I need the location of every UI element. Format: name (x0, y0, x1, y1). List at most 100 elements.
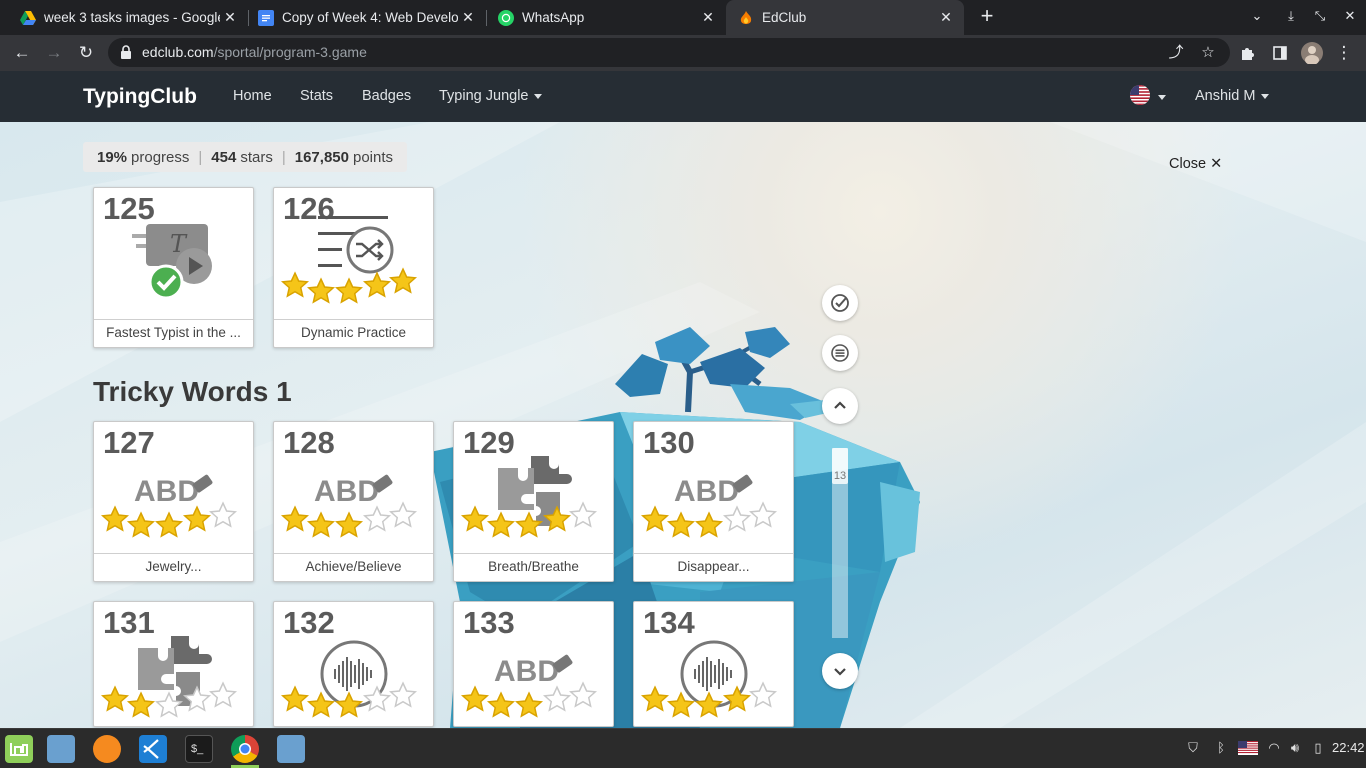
vscode-icon[interactable] (139, 735, 167, 763)
side-panel-icon[interactable] (1268, 41, 1292, 65)
scroll-down-chevron-icon[interactable] (822, 653, 858, 689)
star-rating (280, 266, 430, 306)
lesson-name: Breath/Breathe (454, 553, 613, 581)
edclub-icon (738, 10, 754, 26)
bluetooth-icon[interactable]: ᛒ (1212, 739, 1230, 757)
tab-title: EdClub (762, 10, 807, 25)
star-empty-icon (748, 500, 778, 535)
terminal-icon[interactable]: $_ (185, 735, 213, 763)
address-bar[interactable]: edclub.com/sportal/program-3.game ⤴ ☆ (108, 38, 1230, 67)
nav-program-dropdown[interactable]: Typing Jungle (439, 88, 543, 104)
close-tab-icon[interactable]: ✕ (220, 9, 240, 26)
new-tab-plus-icon[interactable]: + (976, 5, 998, 27)
lesson-number: 128 (283, 425, 335, 460)
close-tab-icon[interactable]: ✕ (698, 9, 718, 26)
shield-update-icon[interactable]: ⛉ (1184, 739, 1202, 757)
back-icon[interactable]: ← (10, 41, 34, 65)
clock[interactable]: 22:42 (1332, 740, 1365, 755)
tab-search-chevron-icon[interactable]: ⌄ (1247, 8, 1267, 24)
tab-edclub[interactable]: EdClub ✕ (726, 0, 964, 35)
close-button[interactable]: Close ✕ (1169, 156, 1222, 172)
lesson-art: ABD (94, 460, 253, 552)
browser-toolbar: ← → ↻ edclub.com/sportal/program-3.game … (0, 35, 1366, 71)
star-rating (280, 680, 430, 720)
star-empty-icon (388, 500, 418, 535)
lesson-card[interactable]: 125 T Fastest Typist in the ... (93, 187, 254, 348)
url-host: edclub.com (142, 44, 214, 60)
site-logo[interactable]: TypingClub (83, 85, 197, 109)
tab-google-docs[interactable]: Copy of Week 4: Web Develop ✕ (238, 0, 486, 35)
scroll-indicator-number: 13 (833, 470, 847, 482)
files-folder-icon[interactable] (47, 735, 75, 763)
wifi-icon[interactable]: ◠ (1265, 739, 1283, 757)
download-icon[interactable]: ⤓ (1281, 8, 1301, 24)
star-filled-icon (306, 690, 336, 725)
star-filled-icon (334, 510, 364, 545)
tab-whatsapp[interactable]: WhatsApp ✕ (478, 0, 726, 35)
menu-list-icon[interactable] (822, 335, 858, 371)
tab-title: WhatsApp (522, 10, 585, 25)
us-flag-icon[interactable] (1130, 85, 1150, 105)
tab-google-drive[interactable]: week 3 tasks images - Google ✕ (0, 0, 248, 35)
close-window-icon[interactable]: ✕ (1340, 8, 1360, 24)
star-rating (640, 500, 790, 540)
close-label: Close (1169, 156, 1207, 172)
scroll-up-chevron-icon[interactable] (822, 388, 858, 424)
lesson-card[interactable]: 133 ABD (453, 601, 614, 727)
nav-home[interactable]: Home (233, 88, 272, 104)
reload-icon[interactable]: ↻ (74, 41, 98, 65)
lesson-number: 130 (643, 425, 695, 460)
profile-avatar[interactable] (1300, 41, 1324, 65)
google-docs-icon (258, 9, 274, 26)
lesson-card[interactable]: 134 (633, 601, 794, 727)
star-empty-icon (208, 500, 238, 535)
bookmark-star-icon[interactable]: ☆ (1198, 43, 1218, 63)
nav-stats[interactable]: Stats (300, 88, 333, 104)
checkmark-circle-icon[interactable] (822, 285, 858, 321)
star-empty-icon (568, 680, 598, 715)
stars-value: 454 (211, 148, 237, 166)
language-chevron-down-icon[interactable] (1158, 95, 1166, 100)
battery-icon[interactable]: ▯ (1309, 739, 1327, 757)
volume-icon[interactable]: 🔊︎ (1286, 739, 1304, 757)
chevron-down-icon (534, 93, 543, 99)
close-tab-icon[interactable]: ✕ (458, 9, 478, 26)
lesson-card[interactable]: 128 ABD Achieve/Believe (273, 421, 434, 582)
lesson-card[interactable]: 132 (273, 601, 434, 727)
close-tab-icon[interactable]: ✕ (936, 9, 956, 26)
keyboard-layout-us-flag-icon[interactable] (1238, 739, 1258, 757)
star-rating (460, 680, 610, 720)
lock-icon (121, 45, 131, 59)
extensions-puzzle-icon[interactable] (1236, 41, 1260, 65)
browser-menu-icon[interactable]: ⋮ (1332, 41, 1356, 65)
folder-icon[interactable] (277, 735, 305, 763)
stats-divider: | (198, 148, 203, 166)
stars-label: stars (240, 148, 273, 166)
star-filled-icon (306, 510, 336, 545)
restore-window-icon[interactable]: ⤡ (1310, 8, 1330, 24)
os-taskbar: $_ ⛉ ᛒ ◠ 🔊︎ ▯ 22:42 (0, 728, 1366, 768)
lesson-card[interactable]: 127 ABD Jewelry... (93, 421, 254, 582)
lesson-name: Jewelry... (94, 553, 253, 581)
star-filled-icon (514, 510, 544, 545)
share-icon[interactable]: ⤴ (1166, 43, 1186, 63)
lesson-scroll-thumb[interactable]: 13 (832, 448, 848, 484)
star-filled-icon (388, 266, 418, 301)
lesson-art (94, 636, 253, 726)
video-typist-icon: T (132, 224, 212, 300)
user-menu-dropdown[interactable]: Anshid M (1195, 88, 1270, 104)
firefox-icon[interactable] (93, 735, 121, 763)
lesson-card[interactable]: 129 Breath/Breathe (453, 421, 614, 582)
chrome-icon[interactable] (231, 735, 259, 763)
lesson-card[interactable]: 131 (93, 601, 254, 727)
whatsapp-icon (498, 9, 514, 26)
lesson-card[interactable]: 126 Dynamic Practice (273, 187, 434, 348)
lesson-card[interactable]: 130 ABD Disappear... (633, 421, 794, 582)
star-rating (100, 680, 250, 720)
forward-icon[interactable]: → (42, 41, 66, 65)
nav-badges[interactable]: Badges (362, 88, 411, 104)
star-filled-icon (126, 690, 156, 725)
progress-stats-bar: 19% progress | 454 stars | 167,850 points (83, 142, 408, 172)
lesson-art: ABD (454, 640, 613, 726)
mint-menu-icon[interactable] (5, 735, 33, 763)
